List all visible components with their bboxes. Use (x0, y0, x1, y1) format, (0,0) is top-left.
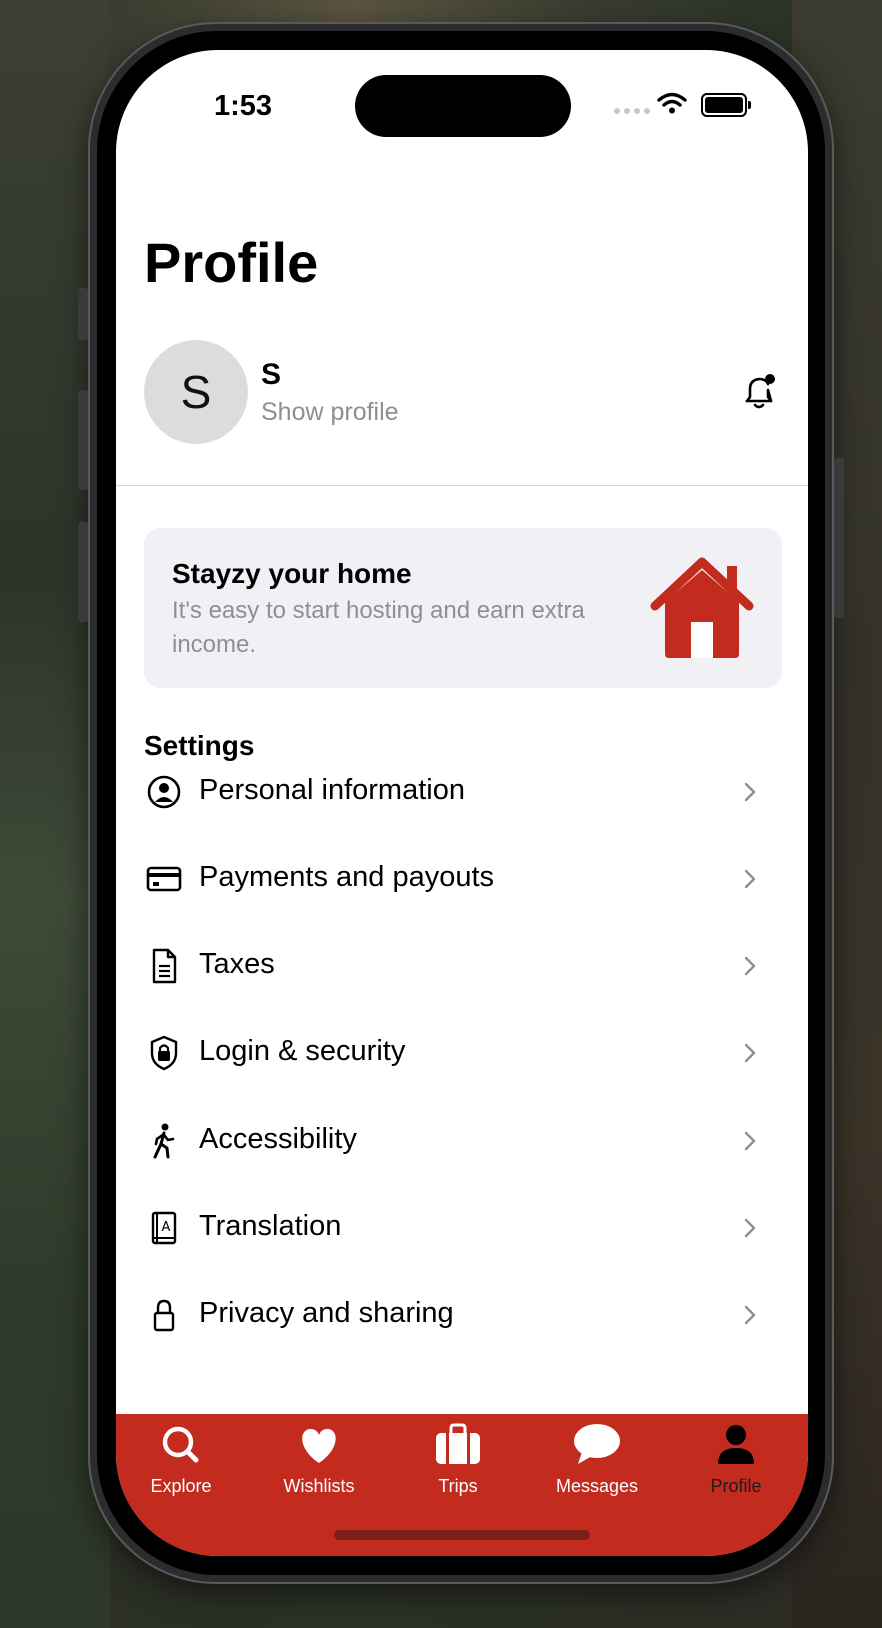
host-promo-card[interactable]: Stayzy your home It's easy to start host… (144, 528, 782, 688)
settings-item-personal-information[interactable]: Personal information (116, 747, 808, 837)
settings-item-label: Payments and payouts (199, 861, 495, 893)
cellular-signal-icon (614, 108, 650, 114)
settings-item-label: Taxes (199, 948, 275, 980)
chevron-right-icon (744, 1043, 756, 1063)
settings-item-accessibility[interactable]: Accessibility (116, 1096, 808, 1186)
settings-item-label: Accessibility (199, 1123, 357, 1155)
settings-item-label: Privacy and sharing (199, 1297, 454, 1329)
page-title: Profile (144, 231, 319, 294)
settings-item-privacy-and-sharing[interactable]: Privacy and sharing (116, 1270, 808, 1360)
tab-profile[interactable]: Profile (676, 1422, 796, 1512)
phone-power-button (834, 458, 844, 618)
settings-item-label: Login & security (199, 1035, 406, 1067)
user-name[interactable]: S (261, 358, 281, 392)
suitcase-icon (436, 1423, 480, 1464)
tab-trips[interactable]: Trips (398, 1422, 518, 1512)
chevron-right-icon (744, 782, 756, 802)
battery-icon (701, 93, 751, 117)
section-divider (116, 485, 808, 486)
shield-lock-icon (150, 1035, 178, 1071)
tab-wishlists[interactable]: Wishlists (259, 1422, 379, 1512)
home-indicator (334, 1530, 590, 1540)
search-icon (162, 1426, 199, 1463)
settings-item-login-security[interactable]: Login & security (116, 1008, 808, 1098)
settings-item-translation[interactable]: A Translation (116, 1183, 808, 1273)
tab-label: Explore (150, 1476, 212, 1496)
settings-item-label: Translation (199, 1210, 342, 1242)
notification-bell-icon[interactable] (738, 370, 782, 414)
person-circle-icon (147, 775, 181, 809)
chevron-right-icon (744, 1305, 756, 1325)
chat-bubble-icon (574, 1424, 620, 1464)
status-time: 1:53 (214, 90, 273, 122)
settings-item-label: Personal information (199, 774, 465, 806)
settings-item-payments-and-payouts[interactable]: Payments and payouts (116, 834, 808, 924)
host-card-title: Stayzy your home (172, 558, 412, 589)
settings-item-taxes[interactable]: Taxes (116, 921, 808, 1011)
app-screen: 1:53 Profile S S Show profile Stayzy you… (116, 50, 808, 1556)
tab-label: Wishlists (283, 1476, 355, 1496)
person-icon (718, 1425, 754, 1464)
tab-label: Messages (555, 1476, 639, 1496)
house-icon (650, 557, 754, 658)
tab-messages[interactable]: Messages (537, 1422, 657, 1512)
accessibility-walk-icon (153, 1123, 175, 1159)
tab-explore[interactable]: Explore (121, 1422, 241, 1512)
chevron-right-icon (744, 1218, 756, 1238)
dynamic-island (355, 75, 571, 137)
phone-action-button (78, 288, 88, 340)
document-icon (152, 948, 177, 984)
tab-label: Profile (710, 1476, 762, 1496)
credit-card-icon (146, 866, 182, 892)
chevron-right-icon (744, 956, 756, 976)
phone-volume-up-button (78, 390, 88, 490)
host-card-description: It's easy to start hosting and earn extr… (172, 597, 585, 658)
lock-icon (153, 1299, 175, 1332)
avatar[interactable]: S (144, 340, 248, 444)
chevron-right-icon (744, 1131, 756, 1151)
show-profile-link[interactable]: Show profile (261, 398, 399, 427)
chevron-right-icon (744, 869, 756, 889)
wifi-icon (657, 92, 687, 114)
svg-text:A: A (162, 1220, 171, 1235)
translation-book-icon: A (151, 1211, 177, 1245)
heart-icon (302, 1428, 336, 1463)
phone-volume-down-button (78, 522, 88, 622)
tab-label: Trips (438, 1476, 478, 1496)
